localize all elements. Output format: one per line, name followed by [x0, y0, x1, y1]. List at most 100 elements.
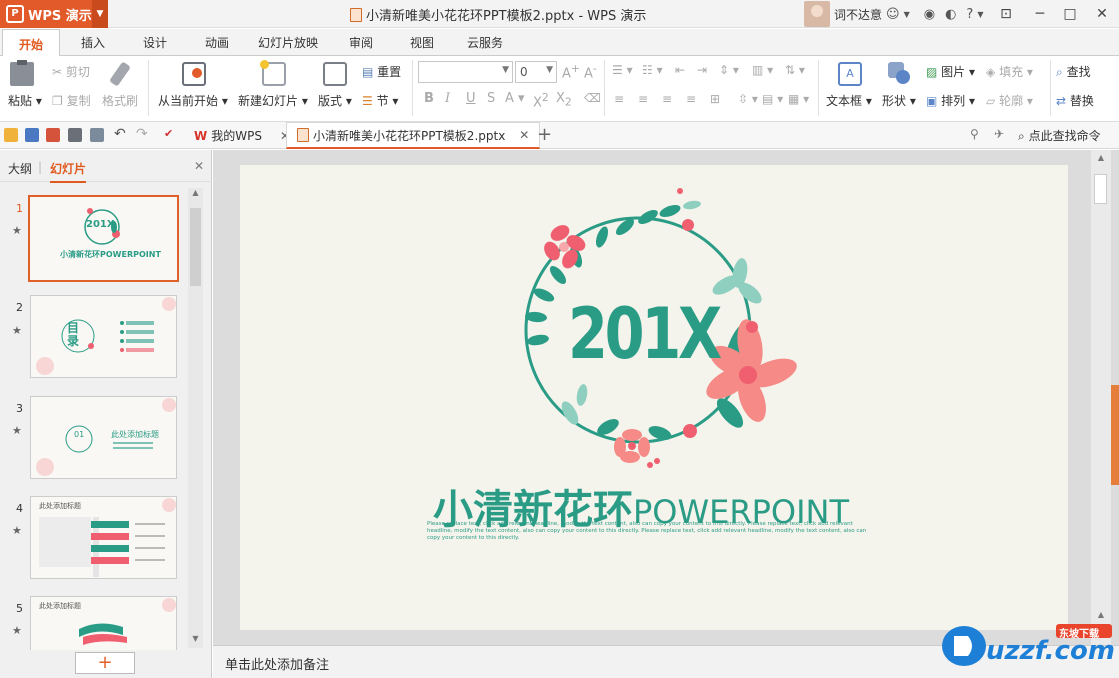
tab-document[interactable]: 小清新唯美小花花环PPT模板2.pptx ✕ [286, 122, 541, 149]
tab-home[interactable]: 开始 [2, 29, 61, 57]
scroll-thumb[interactable] [1094, 174, 1107, 204]
picture-button[interactable]: ▨ 图片 ▾ [926, 63, 975, 80]
increase-indent-button[interactable]: ⇥ [697, 63, 707, 77]
format-painter-icon[interactable] [109, 61, 131, 87]
shape-button[interactable]: 形状 ▾ [882, 92, 916, 109]
tab-view[interactable]: 视图 [410, 34, 434, 51]
pin-icon[interactable]: ⚲ [970, 127, 979, 141]
distribute-button[interactable]: ⊞ [710, 92, 720, 106]
more-icon[interactable]: ▼ [977, 10, 983, 19]
tab-my-wps[interactable]: W 我的WPS ✕ [184, 122, 300, 149]
share-icon[interactable]: ◐ [945, 7, 956, 22]
skin-icon[interactable]: ☺ [886, 7, 900, 22]
scroll-down-icon[interactable]: ▼ [188, 634, 203, 648]
font-name-combo[interactable]: ▼ [418, 61, 513, 83]
chevron-down-icon[interactable]: ▼ [904, 10, 910, 19]
chevron-down-icon[interactable]: ▼ [502, 65, 509, 75]
close-icon[interactable]: ✕ [519, 128, 529, 142]
font-grow-button[interactable]: A+ [562, 62, 580, 81]
format-painter-button[interactable]: 格式刷 [102, 92, 138, 109]
shape-icon[interactable] [888, 62, 910, 84]
font-shrink-button[interactable]: A- [584, 62, 597, 81]
convert-smartart-button[interactable]: ▦ ▾ [788, 92, 809, 106]
slide-thumbnail-5[interactable]: 此处添加标题 [30, 596, 177, 650]
textbox-icon[interactable]: A [838, 62, 862, 86]
slide-year[interactable]: 201X [568, 293, 722, 375]
textbox-button[interactable]: 文本框 ▾ [826, 92, 872, 109]
tab-animation[interactable]: 动画 [205, 34, 229, 51]
panel-collapse-handle[interactable] [1111, 385, 1119, 485]
text-effect-button[interactable]: ▤ ▾ [762, 92, 783, 106]
open-icon[interactable] [4, 128, 18, 142]
replace-button[interactable]: ⇄ 替换 [1056, 92, 1094, 109]
add-slide-button[interactable]: + [75, 652, 135, 674]
tab-insert[interactable]: 插入 [81, 34, 105, 51]
export-pdf-icon[interactable] [46, 128, 60, 142]
sync-icon[interactable]: ◉ [924, 7, 935, 22]
align-center-button[interactable]: ≡ [638, 92, 648, 106]
section-button[interactable]: ☰ 节 ▾ [362, 92, 398, 109]
command-search[interactable]: ⌕ 点此查找命令 [1018, 127, 1101, 144]
columns-button[interactable]: ▥ ▾ [752, 63, 773, 77]
maximize-button[interactable]: □ [1054, 0, 1086, 28]
tab-outline[interactable]: 大纲 [8, 160, 32, 177]
tab-design[interactable]: 设计 [143, 34, 167, 51]
fill-button[interactable]: ◈ 填充 ▾ [986, 63, 1033, 80]
customize-icon[interactable]: ✔ [164, 127, 178, 141]
reset-button[interactable]: ▤ 重置 [362, 63, 401, 80]
restore-ribbon-button[interactable]: ⊡ [990, 0, 1022, 28]
save-icon[interactable] [25, 128, 39, 142]
outline-button[interactable]: ▱ 轮廓 ▾ [986, 92, 1033, 109]
play-from-current-icon[interactable] [182, 62, 206, 86]
minimize-button[interactable]: ─ [1024, 0, 1056, 28]
settings-icon[interactable]: ✈ [994, 127, 1004, 141]
user-account[interactable]: 词不达意 ☺ ▼ ◉ ◐ ? ▼ [804, 0, 983, 28]
bold-button[interactable]: B [424, 91, 434, 106]
strikethrough-button[interactable]: S [487, 91, 495, 106]
tab-review[interactable]: 审阅 [349, 34, 373, 51]
justify-button[interactable]: ≡ [686, 92, 696, 106]
user-name[interactable]: 词不达意 [834, 6, 882, 23]
layout-icon[interactable] [323, 62, 347, 86]
layout-button[interactable]: 版式 ▾ [318, 92, 352, 109]
subscript-button[interactable]: X2 [556, 91, 572, 109]
italic-button[interactable]: I [445, 91, 450, 106]
superscript-button[interactable]: X2 [533, 91, 549, 110]
tab-slides[interactable]: 幻灯片 [50, 160, 87, 183]
close-icon[interactable]: ✕ [194, 159, 204, 173]
new-tab-icon[interactable]: + [537, 124, 552, 145]
numbering-button[interactable]: ☷ ▾ [642, 63, 663, 77]
print-icon[interactable] [68, 128, 82, 142]
slide-canvas[interactable]: 201X 小清新花环POWERPOINT Please replace text… [240, 165, 1068, 630]
avatar[interactable] [804, 1, 830, 27]
scroll-up-icon[interactable]: ▲ [1091, 150, 1111, 166]
vertical-align-button[interactable]: ⇳ ▾ [738, 92, 758, 106]
tab-slideshow[interactable]: 幻灯片放映 [258, 34, 318, 51]
font-size-combo[interactable]: 0 ▼ [515, 61, 557, 83]
help-icon[interactable]: ? [966, 7, 973, 22]
app-menu-button[interactable]: P WPS 演示 ▼ [0, 0, 108, 28]
chevron-down-icon[interactable]: ▼ [92, 0, 108, 28]
decrease-indent-button[interactable]: ⇤ [675, 63, 685, 77]
close-button[interactable]: ✕ [1086, 0, 1118, 28]
slide-thumbnail-2[interactable]: 目录 [30, 295, 177, 378]
paste-button[interactable]: 粘贴 ▾ [8, 92, 42, 109]
line-spacing-button[interactable]: ⇕ ▾ [719, 63, 739, 77]
slide-body-text[interactable]: Please replace text, click add relevant … [427, 521, 875, 542]
cut-button[interactable]: ✂ 剪切 [52, 63, 90, 80]
chevron-down-icon[interactable]: ▼ [546, 65, 553, 75]
arrange-button[interactable]: ▣ 排列 ▾ [926, 92, 975, 109]
scroll-thumb[interactable] [190, 208, 201, 286]
slide-thumbnail-3[interactable]: 01 此处添加标题 [30, 396, 177, 479]
text-direction-button[interactable]: ⇅ ▾ [785, 63, 805, 77]
slide-thumbnail-4[interactable]: 此处添加标题 [30, 496, 177, 579]
find-button[interactable]: ⌕ 查找 [1056, 63, 1091, 80]
tab-cloud[interactable]: 云服务 [467, 34, 503, 51]
align-right-button[interactable]: ≡ [662, 92, 672, 106]
slide-thumbnail-1[interactable]: 201X 小清新花环POWERPOINT [28, 195, 179, 282]
print-preview-icon[interactable] [90, 128, 104, 142]
font-color-button[interactable]: A ▾ [505, 91, 525, 106]
copy-button[interactable]: ❐ 复制 [52, 92, 91, 109]
panel-scrollbar[interactable]: ▲ ▼ [188, 188, 203, 648]
scroll-up-icon[interactable]: ▲ [188, 188, 203, 202]
